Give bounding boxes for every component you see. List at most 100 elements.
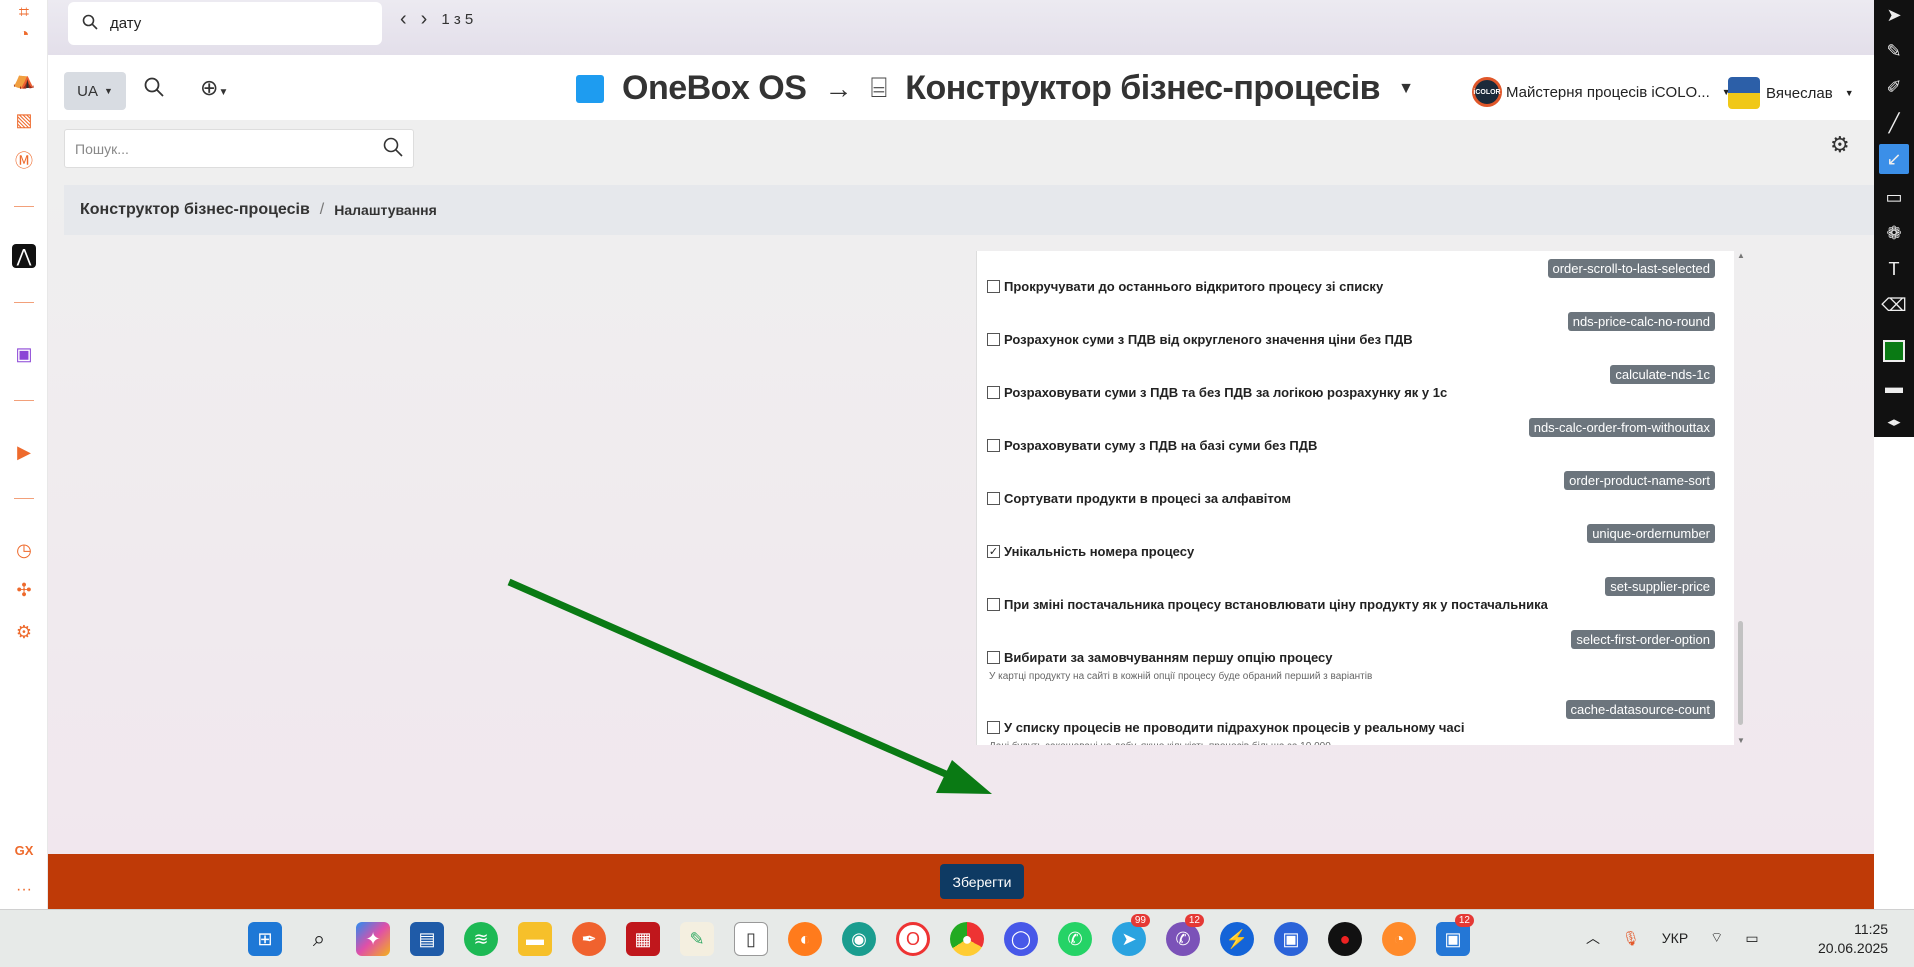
arrow-tool-icon[interactable]: ↙ [1879,144,1909,174]
find-query: дату [110,15,142,32]
setting-label: У списку процесів не проводити підрахуно… [1004,720,1465,735]
system-tray: ︿ 🎙︎ УКР ⌔ ▭ [1586,928,1759,948]
marker-icon[interactable]: ✐ [1879,72,1909,102]
setting-label: Унікальність номера процесу [1004,544,1195,559]
search-input[interactable]: Пошук... [64,129,414,168]
more-icon[interactable]: ··· [12,878,36,902]
chrome-icon[interactable]: ● [950,922,984,956]
setting-checkbox[interactable]: ✓ [987,545,1000,558]
user-name: Вячеслав [1766,84,1833,102]
clock[interactable]: 11:25 20.06.2025 [1818,920,1888,958]
breadcrumb-root[interactable]: Конструктор бізнес-процесів [80,201,310,219]
firefox-icon[interactable]: ◐ [788,922,822,956]
store-icon[interactable]: ▤ [410,922,444,956]
mod-icon[interactable]: Ⓜ [12,148,36,172]
spotify-icon[interactable]: ≋ [464,922,498,956]
search-icon[interactable]: ⌕ [302,922,336,956]
stroke-width-icon[interactable]: ▬ [1879,372,1909,402]
setting-checkbox[interactable] [987,333,1000,346]
setting-checkbox[interactable] [987,280,1000,293]
twitch-icon[interactable]: ▣ [12,342,36,366]
history-icon[interactable]: ◷ [12,538,36,562]
scroll-down-icon[interactable]: ▼ [1737,736,1745,745]
setting-checkbox[interactable] [987,386,1000,399]
signal-icon[interactable]: ◯ [1004,922,1038,956]
battery-icon[interactable]: ▭ [1745,930,1758,947]
edge-icon[interactable]: ◉ [842,922,876,956]
pencil-icon[interactable]: ✎ [1879,36,1909,66]
setting-key-badge: unique-ordernumber [1587,524,1715,543]
color-swatch[interactable] [1883,340,1905,362]
microphone-icon[interactable]: 🎙︎ [1622,930,1640,947]
user-menu[interactable]: Вячеслав ▼ [1728,77,1854,109]
notepad-icon[interactable]: ▯ [734,922,768,956]
setting-checkbox[interactable] [987,651,1000,664]
header-search-icon[interactable] [144,77,164,103]
search-icon [383,137,403,160]
shapes-icon[interactable]: ❁ [1879,218,1909,248]
speedometer-icon[interactable]: ◔ [1382,922,1416,956]
filmstrip-icon[interactable]: ▦ [626,922,660,956]
setting-label: Вибирати за замовчуванням першу опцію пр… [1004,650,1333,665]
gx-label[interactable]: GX [12,838,36,862]
setting-checkbox[interactable] [987,492,1000,505]
pen-app-icon[interactable]: ✒ [572,922,606,956]
setting-key-badge: set-supplier-price [1605,577,1715,596]
copilot-icon[interactable]: ✦ [356,922,390,956]
anydesk-icon[interactable]: ⚡ [1220,922,1254,956]
collapse-arrows-icon[interactable]: ◂▸ [1879,412,1909,432]
text-icon[interactable]: T [1879,254,1909,284]
file-explorer-icon[interactable]: ▬ [518,922,552,956]
scroll-up-icon[interactable]: ▲ [1737,251,1745,260]
brand-name[interactable]: OneBox OS [622,69,807,108]
caret-down-icon[interactable]: ▼ [1398,80,1414,98]
eraser-icon[interactable]: ⌫ [1879,290,1909,320]
workspace-switcher[interactable]: iCOLOR Майстерня процесів iCOLO... ▼ [1472,77,1731,107]
add-menu-button[interactable]: ⊕▼ [200,75,228,101]
previous-match-icon[interactable]: ‹ [400,8,407,31]
gaming-icon[interactable]: ⛺ [12,67,36,91]
setting-checkbox[interactable] [987,598,1000,611]
setting-label: Прокручувати до останнього відкритого пр… [1004,279,1384,294]
player-icon[interactable]: ▶ [12,440,36,464]
settings-icon[interactable]: ⚙ [12,620,36,644]
setting-checkbox[interactable] [987,721,1000,734]
chevron-up-icon[interactable]: ︿ [1586,928,1600,948]
setting-key-badge: order-product-name-sort [1564,471,1715,490]
record-icon[interactable]: ● [1328,922,1362,956]
speed-dial-icon[interactable]: ⌗ [12,0,36,24]
scrollbar-thumb[interactable] [1738,621,1743,725]
image-editor-icon[interactable]: ✎ [680,922,714,956]
next-match-icon[interactable]: › [421,8,428,31]
keyboard-language[interactable]: УКР [1662,930,1688,946]
rectangle-icon[interactable]: ▭ [1879,182,1909,212]
setting-hint: Дані будуть закешовані на добу, якщо кіл… [989,741,1727,745]
viber-icon[interactable]: ✆ 12 [1166,914,1204,956]
line-icon[interactable]: ╱ [1879,108,1909,138]
setting-key-badge: order-scroll-to-last-selected [1547,259,1715,278]
plus-circle-icon: ⊕ [200,75,219,100]
find-in-page-bar: дату ‹ › 1 з 5 [48,0,1874,55]
settings-gear-icon[interactable]: ⚙ [1830,132,1850,158]
caret-down-icon: ▼ [1844,88,1854,98]
bitwarden-icon[interactable]: ▣ [1274,922,1308,956]
store-icon[interactable]: ▧ [12,108,36,132]
opera-icon[interactable]: O [896,922,930,956]
whatsapp-icon[interactable]: ✆ [1058,922,1092,956]
extensions-puzzle-icon[interactable]: ✣ [12,578,36,602]
setting-checkbox[interactable] [987,439,1000,452]
language-dropdown[interactable]: UA ▼ [64,72,126,110]
wifi-icon[interactable]: ⌔ [1710,929,1723,947]
save-button[interactable]: Зберегти [940,864,1024,899]
remote-desktop-icon[interactable]: ▣ 12 [1436,914,1474,956]
divider [14,400,34,401]
gauge-icon[interactable]: ◔ [12,22,36,46]
find-input[interactable]: дату [68,2,382,45]
scrollbar[interactable]: ▲ ▼ [1736,251,1746,745]
taskbar-apps: ⊞ ⌕ ✦ ▤ ≋ ▬ ✒ ▦ ✎ ▯ ◐ ◉ O ● ◯ ✆ ➤ 99 ✆ 12 … [248,914,1474,956]
extension-icon[interactable]: ⋀ [12,244,36,268]
telegram-icon[interactable]: ➤ 99 [1112,914,1150,956]
section-title[interactable]: Конструктор бізнес-процесів [905,69,1380,108]
pointer-icon[interactable]: ➤ [1879,0,1909,30]
windows-start-icon[interactable]: ⊞ [248,922,282,956]
